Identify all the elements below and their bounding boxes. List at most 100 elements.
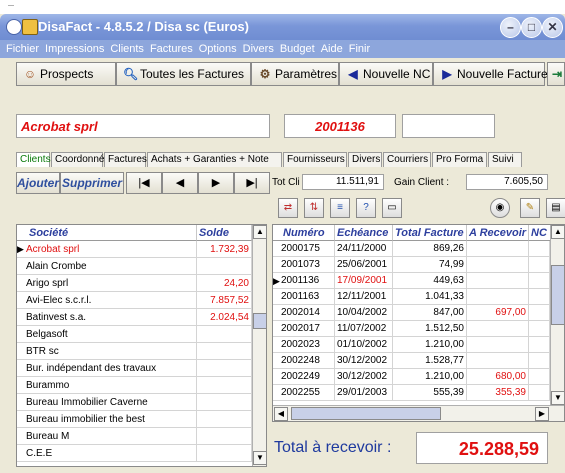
clients-scrollbar[interactable]: ▲ ▼ (252, 225, 266, 466)
table-row[interactable]: Bur. indépendant des travaux (17, 360, 252, 377)
table-row[interactable]: Burammo (17, 377, 252, 394)
transfer-icon[interactable]: ⇄ (278, 198, 298, 218)
previous-record-button[interactable]: ◀ (162, 172, 198, 194)
table-row[interactable]: BTR sc (17, 343, 252, 360)
scroll-left-icon[interactable]: ◀ (274, 407, 288, 421)
supprimer-button[interactable]: Supprimer (60, 172, 124, 194)
total-facture-header[interactable]: Total Facture (393, 225, 467, 241)
exit-button[interactable]: ⇥ (547, 62, 565, 86)
table-row[interactable]: C.E.E (17, 445, 252, 462)
client-name: Acrobat sprl (21, 119, 98, 134)
table-row[interactable]: Belgasoft (17, 326, 252, 343)
scroll-up-icon[interactable]: ▲ (253, 225, 266, 239)
menu-item-5[interactable]: Divers (243, 40, 274, 58)
client-extra-field[interactable] (402, 114, 495, 138)
tab-5[interactable]: Divers (348, 152, 382, 167)
menu-item-4[interactable]: Options (199, 40, 237, 58)
table-row[interactable]: 2002017 11/07/2002 1.512,50 (273, 321, 550, 337)
societe-cell: Bureau Immobilier Caverne (17, 394, 197, 411)
menu-item-3[interactable]: Factures (150, 40, 193, 58)
table-row[interactable]: ▶ Acrobat sprl 1.732,39 (17, 241, 252, 258)
tab-4[interactable]: Fournisseurs (283, 152, 347, 167)
solde-cell: 2.024,54 (197, 309, 252, 326)
table-row[interactable]: Avi-Elec s.c.r.l. 7.857,52 (17, 292, 252, 309)
last-record-button[interactable]: ▶| (234, 172, 270, 194)
table-row[interactable]: Bureau immobilier the best (17, 411, 252, 428)
first-record-button[interactable]: |◀ (126, 172, 162, 194)
menu-item-1[interactable]: Impressions (45, 40, 104, 58)
clipboard-icon[interactable]: ▤ (546, 198, 565, 218)
prospects-button[interactable]: ☺ Prospects (16, 62, 116, 86)
tab-1[interactable]: Coordonnées (51, 152, 115, 167)
numero-cell: 2000175 (273, 241, 335, 257)
societe-cell: Batinvest s.a. (17, 309, 197, 326)
nouvelle-facture-button[interactable]: ▶ Nouvelle Facture (433, 62, 548, 86)
nc-header[interactable]: NC (529, 225, 551, 241)
invoices-vertical-scrollbar[interactable]: ▲ ▼ (550, 225, 564, 405)
total-facture-cell: 1.210,00 (393, 369, 467, 385)
tab-7[interactable]: Pro Forma (432, 152, 487, 167)
a-recevoir-cell: 355,39 (467, 385, 529, 401)
gain-client-field: 7.605,50 (466, 174, 548, 190)
table-row[interactable]: 2000175 24/11/2000 869,26 (273, 241, 550, 257)
parametres-button[interactable]: ⚙ Paramètres (251, 62, 339, 86)
numero-cell: 2001163 (273, 289, 335, 305)
numero-header[interactable]: Numéro (273, 225, 335, 241)
minimize-button[interactable]: – (500, 17, 521, 38)
table-row[interactable]: 2002014 10/04/2002 847,00 697,00 (273, 305, 550, 321)
table-row[interactable]: 2001163 12/11/2001 1.041,33 (273, 289, 550, 305)
scroll-right-icon[interactable]: ▶ (535, 407, 549, 421)
client-name-field[interactable]: Acrobat sprl (16, 114, 270, 138)
next-record-button[interactable]: ▶ (198, 172, 234, 194)
ajouter-button[interactable]: Ajouter (16, 172, 60, 194)
pen-icon[interactable]: ✎ (520, 198, 540, 218)
nouvelle-nc-button[interactable]: ◀ Nouvelle NC (339, 62, 433, 86)
total-facture-cell: 74,99 (393, 257, 467, 273)
menu-item-0[interactable]: Fichier (6, 40, 39, 58)
total-facture-cell: 1.041,33 (393, 289, 467, 305)
card-icon[interactable]: ▭ (382, 198, 402, 218)
table-row[interactable]: 2002249 30/12/2002 1.210,00 680,00 (273, 369, 550, 385)
menu-item-2[interactable]: Clients (110, 40, 144, 58)
echeance-header[interactable]: Echéance (335, 225, 393, 241)
table-row[interactable]: Alain Crombe (17, 258, 252, 275)
tab-8[interactable]: Suivi (488, 152, 522, 167)
scroll-down-icon[interactable]: ▼ (551, 391, 564, 405)
scroll-thumb[interactable] (551, 265, 564, 325)
solde-header[interactable]: Solde (197, 225, 252, 241)
scroll-up-icon[interactable]: ▲ (551, 225, 564, 239)
toutes-factures-button[interactable]: 🔍︎ Toutes les Factures (116, 62, 251, 86)
maximize-button[interactable]: □ (521, 17, 542, 38)
tab-6[interactable]: Courriers (383, 152, 431, 167)
nc-cell (529, 273, 550, 289)
table-row[interactable]: Bureau Immobilier Caverne (17, 394, 252, 411)
disk-icon[interactable]: ◉ (490, 198, 510, 218)
query-icon[interactable]: ? (356, 198, 376, 218)
h-scroll-thumb[interactable] (291, 407, 441, 420)
a-recevoir-header[interactable]: A Recevoir (467, 225, 529, 241)
sort-icon[interactable]: ⇅ (304, 198, 324, 218)
table-row[interactable]: Arigo sprl 24,20 (17, 275, 252, 292)
table-row[interactable]: 2002023 01/10/2002 1.210,00 (273, 337, 550, 353)
menu-item-6[interactable]: Budget (280, 40, 315, 58)
client-number-field[interactable]: 2001136 (284, 114, 396, 138)
tab-0[interactable]: Clients (16, 152, 51, 167)
close-button[interactable]: ✕ (542, 17, 563, 38)
filter-icon[interactable]: ≡ (330, 198, 350, 218)
menu-item-8[interactable]: Finir (349, 40, 370, 58)
tab-3[interactable]: Achats + Garanties + Note (147, 152, 282, 167)
table-row[interactable]: 2001073 25/06/2001 74,99 (273, 257, 550, 273)
tab-2[interactable]: Factures (104, 152, 147, 167)
scroll-down-icon[interactable]: ▼ (253, 451, 266, 465)
scroll-thumb[interactable] (253, 313, 266, 329)
table-row[interactable]: 2002248 30/12/2002 1.528,77 (273, 353, 550, 369)
invoices-horizontal-scrollbar[interactable]: ◀ ▶ (273, 405, 564, 421)
window-title: DisaFact - 4.8.5.2 / Disa sc (Euros) (38, 19, 249, 34)
table-row[interactable]: Bureau M (17, 428, 252, 445)
menu-item-7[interactable]: Aide (321, 40, 343, 58)
societe-header[interactable]: Société (17, 225, 197, 241)
a-recevoir-cell: 680,00 (467, 369, 529, 385)
table-row[interactable]: ▶ 2001136 17/09/2001 449,63 (273, 273, 550, 289)
table-row[interactable]: 2002255 29/01/2003 555,39 355,39 (273, 385, 550, 401)
table-row[interactable]: Batinvest s.a. 2.024,54 (17, 309, 252, 326)
